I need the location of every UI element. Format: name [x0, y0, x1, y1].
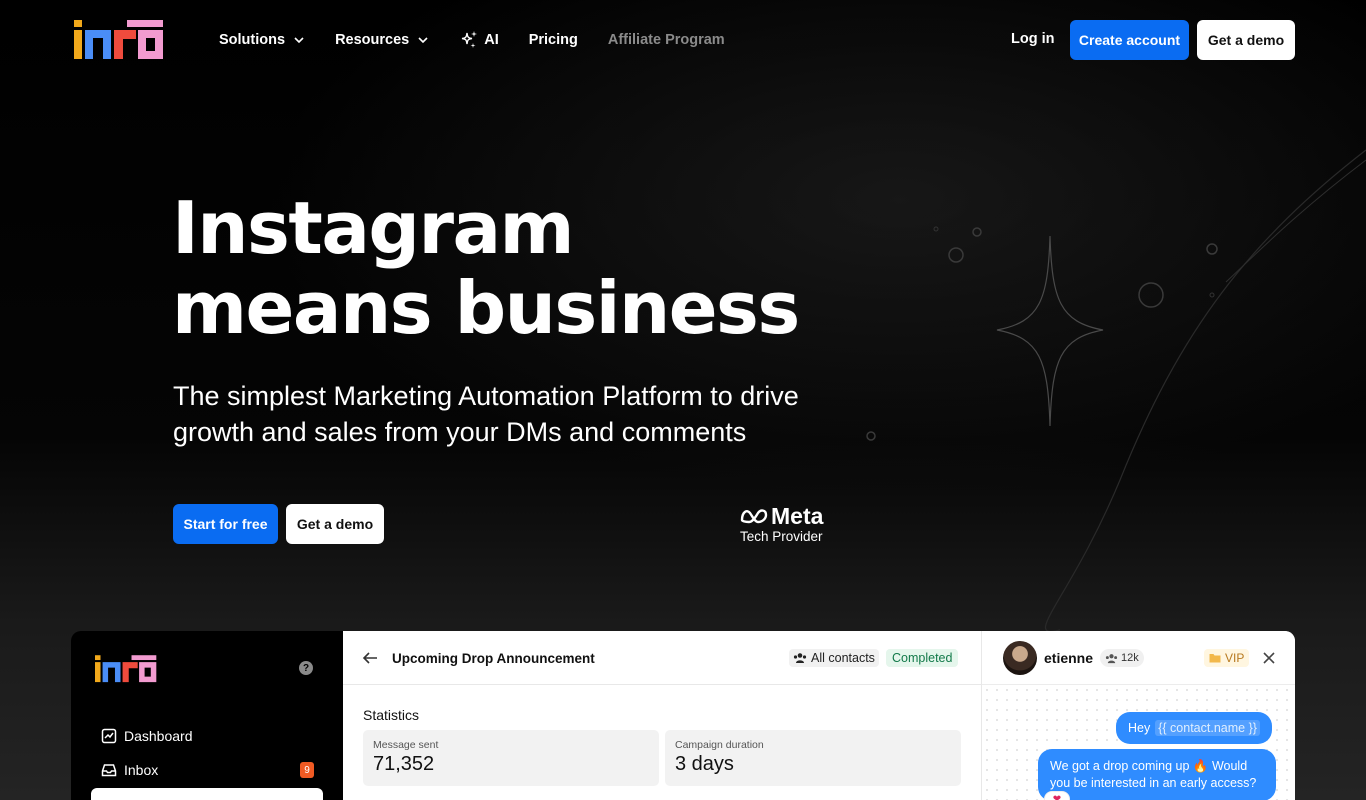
users-icon [1105, 653, 1118, 663]
inbox-count-badge: 9 [300, 762, 314, 778]
vip-tag[interactable]: VIP [1204, 649, 1250, 667]
sidebar-item-inbox[interactable]: Inbox [101, 762, 158, 778]
chart-icon [101, 728, 117, 744]
campaign-title: Upcoming Drop Announcement [392, 651, 595, 666]
stat-value: 71,352 [373, 753, 435, 775]
chat-header: etienne 12k VIP [982, 631, 1295, 685]
nav-ai[interactable]: AI [459, 30, 499, 50]
meta-tech-provider-label: Tech Provider [740, 529, 823, 544]
followers-badge: 12k [1100, 649, 1144, 667]
users-icon [793, 653, 807, 663]
avatar [1003, 641, 1037, 675]
greeting-text: Hey [1128, 721, 1151, 735]
chevron-down-icon [418, 37, 428, 44]
meta-logo-icon [740, 509, 768, 524]
vip-label: VIP [1225, 651, 1245, 665]
close-icon[interactable] [1262, 651, 1276, 665]
hero-get-demo-button[interactable]: Get a demo [286, 504, 384, 544]
sidebar-item-label: Inbox [124, 762, 159, 778]
campaign-header: Upcoming Drop Announcement All contacts … [343, 631, 981, 685]
campaign-panel: Upcoming Drop Announcement All contacts … [343, 631, 981, 800]
meta-wordmark: Meta [771, 503, 824, 529]
nav-menu: Solutions Resources AI Pricing Affiliate… [219, 30, 755, 50]
chat-panel: etienne 12k VIP Hey {{contact.name}} W… [981, 631, 1295, 800]
nav-resources-label: Resources [335, 32, 410, 48]
login-link[interactable]: Log in [1011, 31, 1055, 47]
stat-card-messages: Message sent 71,352 [363, 730, 659, 786]
followers-count: 12k [1121, 652, 1139, 664]
nav-affiliate-label: Affiliate Program [607, 32, 725, 48]
sparkles-icon [462, 31, 478, 48]
audience-pill[interactable]: All contacts [789, 649, 879, 667]
nav-affiliate-program[interactable]: Affiliate Program [608, 32, 725, 48]
audience-label: All contacts [811, 651, 875, 665]
stat-label: Campaign duration [675, 739, 764, 751]
inbox-icon [101, 764, 117, 777]
stat-label: Message sent [373, 739, 439, 751]
meta-tech-provider-badge: Meta Tech Provider [740, 504, 832, 544]
folder-icon [1209, 654, 1221, 663]
get-demo-button[interactable]: Get a demo [1197, 20, 1295, 60]
nav-ai-label: AI [484, 32, 499, 48]
stat-card-duration: Campaign duration 3 days [665, 730, 961, 786]
contact-name-variable: {{ contact.name }} [1155, 720, 1260, 736]
nav-pricing[interactable]: Pricing [529, 32, 578, 48]
top-navigation: Solutions Resources AI Pricing Affiliate… [0, 0, 1366, 80]
hero-subtitle: The simplest Marketing Automation Platfo… [173, 381, 799, 447]
app-preview: ? Dashboard Inbox 9 Upcoming Drop Announ… [71, 631, 1295, 800]
contact-name: etienne [1044, 650, 1094, 666]
nav-pricing-label: Pricing [528, 32, 578, 48]
sidebar-item-label: Dashboard [124, 728, 193, 744]
chat-bubble-greeting: Hey {{ contact.name }} [1116, 712, 1272, 744]
nav-solutions[interactable]: Solutions [219, 32, 305, 48]
create-account-button[interactable]: Create account [1070, 20, 1189, 60]
sidebar-item-dashboard[interactable]: Dashboard [101, 728, 193, 744]
inro-logo [95, 655, 157, 683]
status-badge: Completed [886, 649, 959, 667]
sidebar-item-active[interactable] [91, 788, 323, 800]
stat-value: 3 days [675, 753, 734, 775]
statistics-heading: Statistics [363, 707, 420, 723]
nav-resources[interactable]: Resources [335, 32, 429, 48]
heart-reaction-icon: ❤ [1044, 791, 1070, 800]
app-sidebar: ? Dashboard Inbox 9 [71, 631, 343, 800]
inro-logo[interactable] [74, 20, 164, 60]
arrow-left-icon[interactable] [361, 650, 379, 666]
start-free-button[interactable]: Start for free [173, 504, 278, 544]
nav-solutions-label: Solutions [219, 32, 286, 48]
chevron-down-icon [294, 37, 304, 44]
hero-title: Instagram means business [172, 186, 800, 350]
chat-bubble-message: We got a drop coming up 🔥 Would you be i… [1038, 749, 1276, 800]
help-icon[interactable]: ? [299, 661, 313, 675]
